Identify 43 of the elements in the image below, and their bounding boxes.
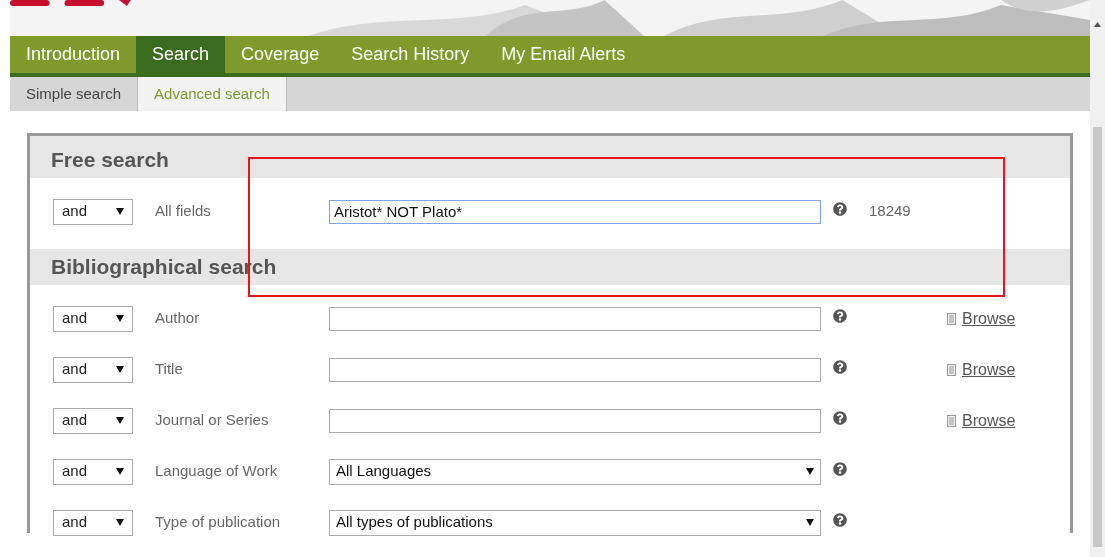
browse-link[interactable]: Browse — [962, 357, 1016, 382]
browse-link[interactable]: Browse — [962, 408, 1016, 433]
result-count: 18249 — [869, 201, 911, 222]
help-icon[interactable] — [833, 410, 847, 425]
caret-icon — [116, 468, 124, 475]
operator-dropdown[interactable]: and — [53, 305, 133, 332]
list-icon — [947, 414, 956, 427]
field-label: Type of publication — [155, 512, 282, 533]
field-label: Journal or Series — [155, 410, 270, 431]
nav-tab[interactable]: Search — [136, 36, 226, 73]
caret-icon — [116, 366, 124, 373]
browse-link[interactable]: Browse — [962, 306, 1016, 331]
caret-icon — [806, 468, 814, 475]
operator-dropdown[interactable]: and — [53, 356, 133, 383]
field-label: All fields — [155, 201, 212, 222]
caret-icon — [116, 519, 124, 526]
caret-icon — [116, 208, 124, 215]
help-icon[interactable] — [833, 512, 847, 527]
help-icon[interactable] — [833, 461, 847, 476]
operator-dropdown[interactable]: and — [53, 458, 133, 485]
operator-dropdown[interactable]: and — [53, 407, 133, 434]
select-dropdown[interactable]: All Languages — [329, 458, 821, 485]
section-header: Free search — [50, 147, 170, 174]
help-icon[interactable] — [833, 308, 847, 323]
list-icon — [947, 312, 956, 325]
search-field[interactable] — [329, 306, 821, 331]
search-field[interactable] — [329, 357, 821, 382]
scroll-up-icon — [1094, 22, 1101, 27]
help-icon[interactable] — [833, 359, 847, 374]
field-label: Author — [155, 308, 201, 329]
search-field[interactable] — [329, 408, 821, 433]
search-field[interactable]: Aristot* NOT Plato* — [329, 199, 821, 224]
operator-dropdown[interactable]: and — [53, 509, 133, 536]
caret-icon — [116, 315, 124, 322]
select-dropdown[interactable]: All types of publications — [329, 509, 821, 536]
scrollbar-thumb[interactable] — [1093, 127, 1102, 547]
caret-icon — [116, 417, 124, 424]
list-icon — [947, 363, 956, 376]
help-icon[interactable] — [833, 201, 847, 216]
field-label: Title — [155, 359, 184, 380]
operator-dropdown[interactable]: and — [53, 198, 133, 225]
caret-icon — [806, 519, 814, 526]
field-label: Language of Work — [155, 461, 279, 482]
